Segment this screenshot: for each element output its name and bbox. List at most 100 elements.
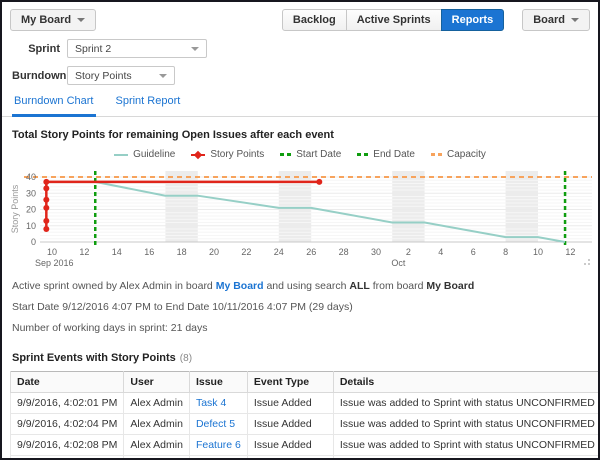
story-points-dot bbox=[43, 185, 50, 192]
resize-grip-icon bbox=[584, 263, 586, 265]
board-menu-button[interactable]: My Board bbox=[10, 9, 97, 31]
meta-text: ALL bbox=[349, 280, 370, 292]
burndown-filter-row: Burndown Story Points bbox=[12, 66, 598, 85]
x-tick-label: 16 bbox=[144, 247, 154, 257]
event-cell-date: 9/9/2016, 4:02:08 PM bbox=[9, 434, 125, 456]
event-cell-event_type: Issue Added bbox=[246, 434, 334, 456]
chevron-down-icon bbox=[77, 18, 86, 22]
x-tick-label: 28 bbox=[339, 247, 349, 257]
event-cell-details: Issue was removed from Sprint with statu… bbox=[332, 455, 598, 458]
tab-sprint-report[interactable]: Sprint Report bbox=[114, 95, 183, 117]
burndown-select-value: Story Points bbox=[75, 69, 132, 82]
legend-label: Capacity bbox=[447, 149, 486, 160]
legend-item-guideline: Guideline bbox=[114, 149, 175, 160]
event-row: 9/9/2016, 4:02:08 PM Alex Admin Feature 6 I… bbox=[9, 434, 598, 456]
sprint-label: Sprint bbox=[28, 42, 60, 55]
chevron-down-icon bbox=[191, 46, 199, 51]
x-tick-label: 18 bbox=[177, 247, 187, 257]
story-points-dot bbox=[43, 217, 50, 224]
issue-link[interactable]: Task 4 bbox=[196, 397, 226, 409]
event-cell-user: Alex Admin bbox=[123, 392, 190, 414]
x-tick-label: 10 bbox=[533, 247, 543, 257]
nav-backlog-button[interactable]: Backlog bbox=[281, 9, 347, 31]
x-tick-label: 24 bbox=[274, 247, 284, 257]
event-cell-issue: Defect 5 bbox=[188, 455, 248, 458]
burndown-chart: 010203040Story Points10 12 14 16 18 20 22 24 26 2… bbox=[10, 171, 592, 268]
events-table-header: DateUserIssueEvent TypeDetailsChangeRema… bbox=[9, 371, 598, 393]
sprint-meta: Active sprint owned by Alex Admin in boa… bbox=[12, 276, 598, 339]
y-tick-label: 0 bbox=[31, 237, 36, 247]
month-label: Sep 2016 bbox=[35, 258, 74, 268]
x-tick-label: 12 bbox=[79, 247, 89, 257]
story-points-dot bbox=[43, 226, 50, 232]
issue-link[interactable]: Defect 5 bbox=[196, 418, 235, 430]
start-date-swatch-icon bbox=[280, 153, 292, 156]
chart-legend: Guideline Story Points Start Date End Date C… bbox=[2, 149, 598, 160]
meta-text: and using search bbox=[263, 280, 350, 292]
x-tick-label: 10 bbox=[47, 247, 57, 257]
legend-label: Story Points bbox=[210, 149, 265, 160]
legend-label: End Date bbox=[373, 149, 415, 160]
y-tick-label: 30 bbox=[26, 188, 36, 198]
event-cell-event_type: Issue Added bbox=[246, 392, 334, 414]
event-cell-user: Alex Admin bbox=[123, 455, 190, 458]
event-cell-date: 9/9/2016, 4:02:04 PM bbox=[9, 413, 125, 435]
issue-link[interactable]: Feature 6 bbox=[196, 439, 241, 451]
story-points-swatch-icon bbox=[191, 153, 206, 156]
event-cell-issue: Defect 5 bbox=[188, 413, 248, 435]
top-toolbar: My Board Backlog Active Sprints Reports Bo… bbox=[2, 2, 598, 31]
burndown-select[interactable]: Story Points bbox=[67, 66, 175, 85]
burndown-report-page: My Board Backlog Active Sprints Reports Bo… bbox=[0, 0, 600, 460]
chevron-down-icon bbox=[159, 73, 167, 78]
nav-active-sprints-button[interactable]: Active Sprints bbox=[345, 9, 442, 31]
burndown-label: Burndown bbox=[12, 69, 67, 82]
x-tick-label: 26 bbox=[306, 247, 316, 257]
legend-label: Start Date bbox=[296, 149, 342, 160]
legend-label: Guideline bbox=[133, 149, 176, 160]
y-tick-label: 40 bbox=[26, 172, 36, 182]
event-cell-user: Alex Admin bbox=[123, 434, 190, 456]
event-cell-details: Issue was added to Sprint with status UN… bbox=[332, 392, 598, 414]
working-days-line: Number of working days in sprint: 21 day… bbox=[12, 322, 208, 334]
event-cell-event_type: Issue Added bbox=[246, 413, 334, 435]
events-title-text: Sprint Events with Story Points bbox=[12, 352, 176, 364]
x-tick-label: 4 bbox=[438, 247, 443, 257]
legend-item-capacity: Capacity bbox=[431, 149, 486, 160]
y-tick-label: 20 bbox=[26, 205, 36, 215]
x-tick-label: 2 bbox=[406, 247, 411, 257]
toolbar-right: Backlog Active Sprints Reports Board bbox=[281, 9, 590, 31]
event-cell-issue: Task 4 bbox=[188, 392, 248, 414]
board-dropdown-button[interactable]: Board bbox=[522, 9, 590, 31]
capacity-swatch-icon bbox=[431, 153, 442, 156]
event-cell-user: Alex Admin bbox=[123, 413, 190, 435]
guideline-swatch-icon bbox=[114, 153, 129, 156]
sprint-owner-line: Active sprint owned by Alex Admin in boa… bbox=[12, 276, 598, 297]
event-cell-date: 9/9/2016, 4:03:07 PM bbox=[9, 455, 125, 458]
y-tick-label: 10 bbox=[26, 221, 36, 231]
story-points-dot bbox=[43, 178, 50, 185]
sprint-dates-line: Start Date 9/12/2016 4:07 PM to End Date… bbox=[12, 301, 353, 313]
board-dropdown-label: Board bbox=[533, 14, 565, 26]
tab-burndown-chart[interactable]: Burndown Chart bbox=[12, 95, 96, 117]
x-tick-label: 20 bbox=[209, 247, 219, 257]
legend-item-end-date: End Date bbox=[357, 149, 415, 160]
y-axis-label: Story Points bbox=[10, 184, 20, 233]
x-tick-label: 30 bbox=[371, 247, 381, 257]
story-points-dot bbox=[43, 196, 50, 203]
x-tick-label: 22 bbox=[241, 247, 251, 257]
chevron-down-icon bbox=[571, 18, 579, 22]
sprint-select[interactable]: Sprint 2 bbox=[67, 39, 207, 58]
event-cell-date: 9/9/2016, 4:02:01 PM bbox=[9, 392, 125, 414]
meta-text: My Board bbox=[426, 280, 475, 292]
col-header-event-type: Event Type bbox=[246, 371, 334, 393]
event-row: 9/9/2016, 4:02:04 PM Alex Admin Defect 5 Is… bbox=[9, 413, 598, 435]
resize-grip-icon bbox=[588, 259, 590, 261]
board-link[interactable]: My Board bbox=[216, 280, 264, 292]
month-label: Oct bbox=[391, 258, 406, 268]
x-tick-label: 6 bbox=[471, 247, 476, 257]
event-row: 9/9/2016, 4:03:07 PMAlex AdminDefect 5 Is… bbox=[9, 455, 598, 458]
events-count: (8) bbox=[179, 353, 193, 364]
nav-reports-button[interactable]: Reports bbox=[440, 9, 505, 31]
x-tick-label: 12 bbox=[565, 247, 575, 257]
event-cell-details: Issue was added to Sprint with status UN… bbox=[332, 413, 598, 435]
